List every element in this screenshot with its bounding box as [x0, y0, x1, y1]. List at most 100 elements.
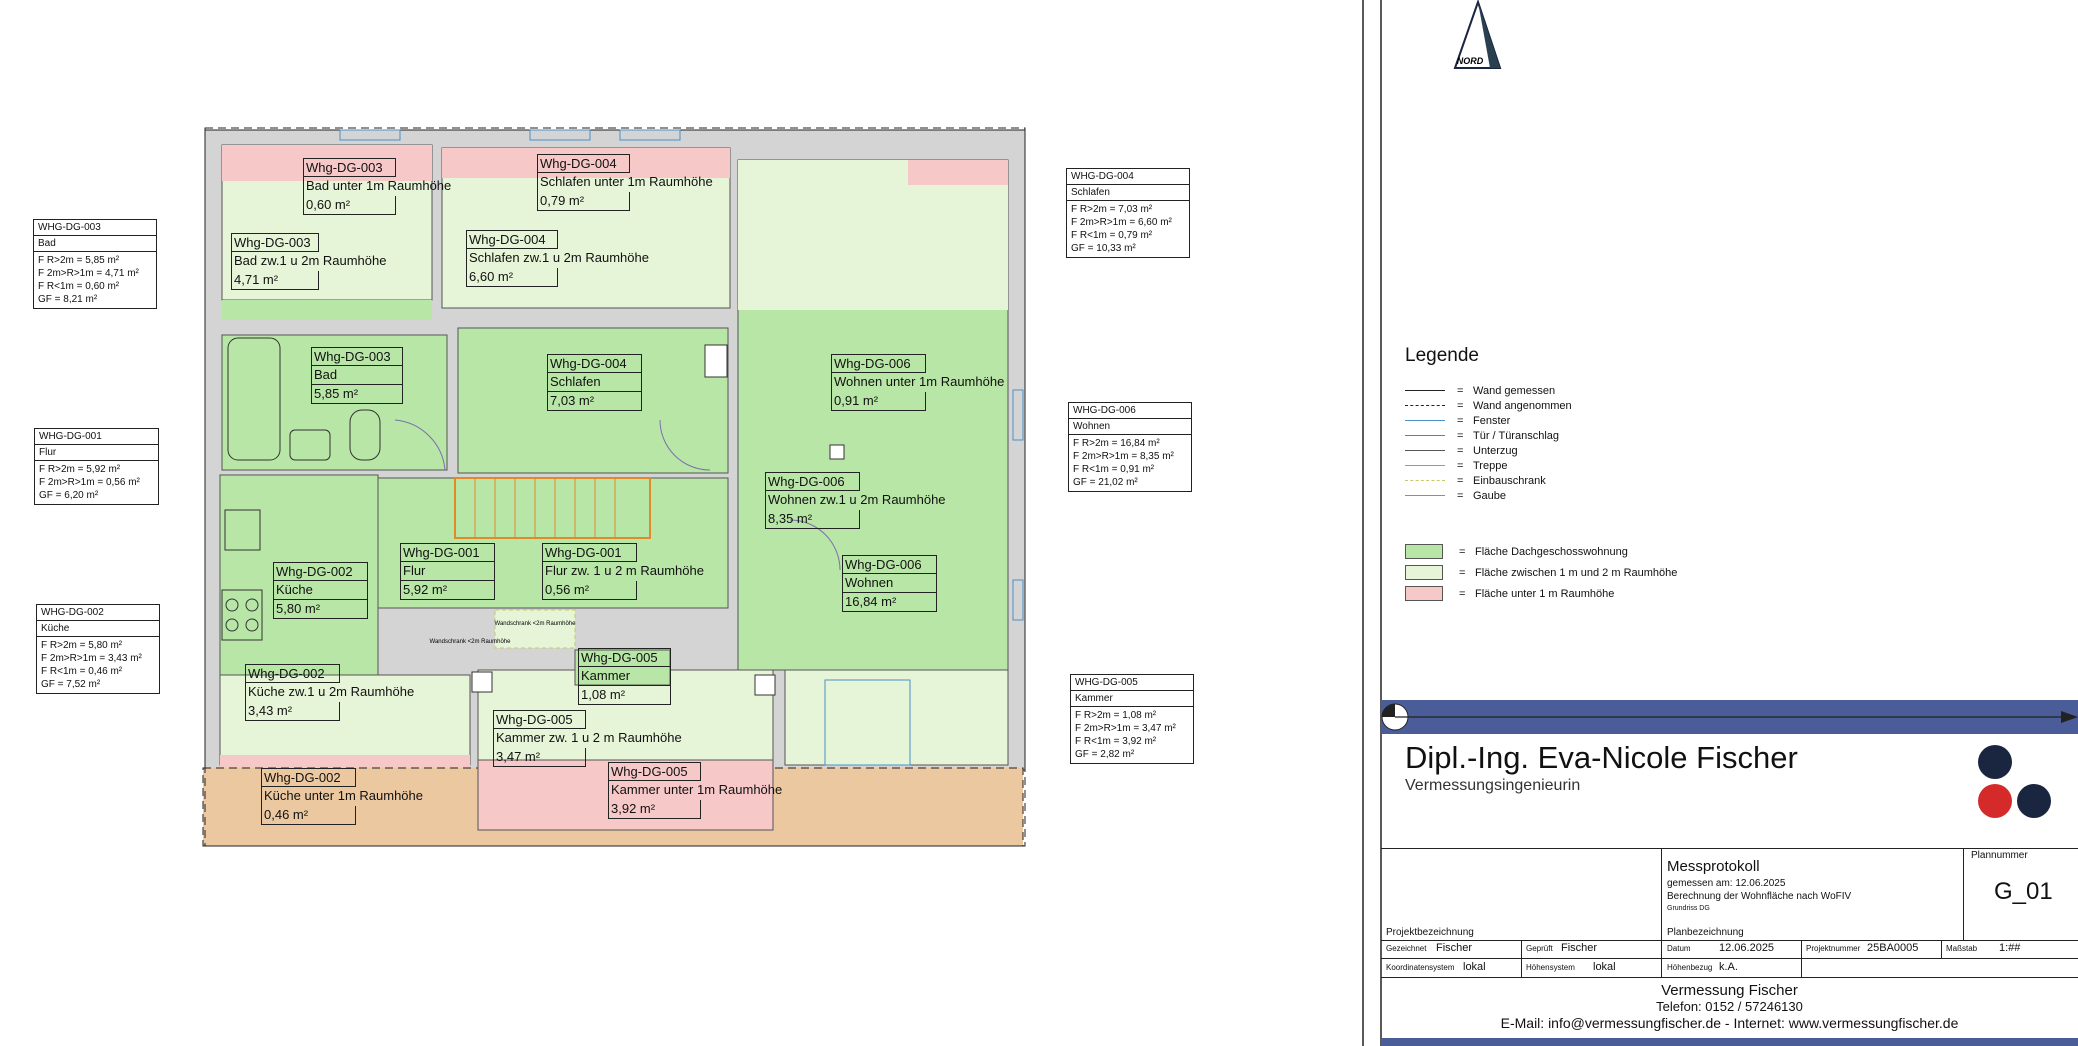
legend-label: Wand gemessen [1473, 384, 1556, 397]
legend-line-swatch [1405, 465, 1445, 466]
hoehenbezug-value: k.A. [1719, 961, 1738, 973]
legend-line-item: = Wand gemessen [1405, 383, 1677, 398]
room-label: Whg-DG-005 Kammer 1,08 m² [578, 648, 671, 705]
company-name: Vermessung Fischer [1661, 982, 1798, 999]
company-phone: Telefon: 0152 / 57246130 [1656, 999, 1803, 1014]
hoehensys-label: Höhensystem [1526, 963, 1575, 972]
document-title: Messprotokoll [1667, 858, 1760, 875]
legend-line-swatch [1405, 480, 1445, 481]
legend-line-item: = Einbauschrank [1405, 473, 1677, 488]
room-summary: WHG-DG-004 Schlafen F R>2m = 7,03 m² F 2m>… [1066, 168, 1190, 258]
legend-line-swatch [1405, 450, 1445, 451]
legend-line-swatch [1405, 495, 1445, 496]
legend-equals: = [1457, 384, 1464, 397]
hoehensys-value: lokal [1593, 961, 1616, 973]
geprueft-label: Geprüft [1526, 944, 1553, 953]
massstab-label: Maßstab [1946, 944, 1978, 953]
koord-value: lokal [1463, 961, 1486, 973]
room-label: Whg-DG-003 Bad zw.1 u 2m Raumhöhe 4,71 m² [231, 233, 386, 290]
room-label: Whg-DG-001 Flur 5,92 m² [400, 543, 495, 600]
legend-area-swatch [1405, 565, 1443, 580]
company-contact: E-Mail: info@vermessungfischer.de - Inte… [1500, 1015, 1959, 1031]
legend-area-item: = Fläche Dachgeschosswohnung [1405, 541, 1677, 562]
room-label: Whg-DG-002 Küche zw.1 u 2m Raumhöhe 3,43 m… [245, 664, 414, 721]
legend-equals: = [1459, 587, 1466, 600]
datum-value: 12.06.2025 [1719, 942, 1775, 954]
hoehenbezug-label: Höhenbezug [1667, 963, 1713, 972]
legend-equals: = [1459, 545, 1466, 558]
legend-label: Treppe [1473, 459, 1508, 472]
legend-line-item: = Gaube [1405, 488, 1677, 503]
wandschrank-note: Wandschrank <2m Raumhöhe [495, 621, 577, 627]
room-label: Whg-DG-003 Bad 5,85 m² [311, 347, 403, 404]
room-label: Whg-DG-003 Bad unter 1m Raumhöhe 0,60 m² [303, 158, 451, 215]
north-label: NORD [1457, 56, 1484, 66]
legend-line-item: = Unterzug [1405, 443, 1677, 458]
legend-label: Tür / Türanschlag [1473, 429, 1560, 442]
koord-label: Koordinatensystem [1386, 963, 1455, 972]
legend-label: Fläche Dachgeschosswohnung [1475, 545, 1628, 558]
room-summary: WHG-DG-002 Küche F R>2m = 5,80 m² F 2m>R>1… [36, 604, 160, 694]
band-arrow [1381, 703, 2078, 731]
legend-area-item: = Fläche unter 1 m Raumhöhe [1405, 583, 1677, 604]
room-label: Whg-DG-005 Kammer unter 1m Raumhöhe 3,92 m… [608, 762, 782, 819]
room-summary: WHG-DG-001 Flur F R>2m = 5,92 m² F 2m>R>1m… [34, 428, 159, 505]
legend-line-swatch [1405, 390, 1445, 391]
legend-equals: = [1457, 459, 1464, 472]
legend-equals: = [1457, 489, 1464, 502]
plan-detail: Grundriss DG [1667, 905, 1710, 912]
legend-equals: = [1457, 444, 1464, 457]
room-summary: WHG-DG-005 Kammer F R>2m = 1,08 m² F 2m>R>… [1070, 674, 1194, 764]
legend: Legende = Wand gemessen = Wand angenommen = F… [1405, 345, 1677, 604]
planbezeichnung-label: Planbezeichnung [1667, 927, 1744, 938]
projektnummer-label: Projektnummer [1806, 944, 1861, 953]
room-label: Whg-DG-001 Flur zw. 1 u 2 m Raumhöhe 0,56 … [542, 543, 704, 600]
room-label: Whg-DG-004 Schlafen unter 1m Raumhöhe 0,79… [537, 154, 713, 211]
legend-label: Gaube [1473, 489, 1507, 502]
legend-label: Fenster [1473, 414, 1511, 427]
room-label: Whg-DG-002 Küche 5,80 m² [273, 562, 368, 619]
legend-line-swatch [1405, 405, 1445, 406]
room-label: Whg-DG-004 Schlafen 7,03 m² [547, 354, 642, 411]
room-summary: WHG-DG-003 Bad F R>2m = 5,85 m² F 2m>R>1m … [33, 219, 157, 309]
legend-equals: = [1457, 429, 1464, 442]
gezeichnet-value: Fischer [1436, 942, 1473, 954]
room-label: Whg-DG-006 Wohnen zw.1 u 2m Raumhöhe 8,35 … [765, 472, 946, 529]
legend-equals: = [1459, 566, 1466, 579]
legend-label: Unterzug [1473, 444, 1518, 457]
legend-label: Fläche zwischen 1 m und 2 m Raumhöhe [1475, 566, 1678, 579]
legend-line-item: = Treppe [1405, 458, 1677, 473]
measured-date: gemessen am: 12.06.2025 [1667, 878, 1786, 889]
plannummer-label: Plannummer [1971, 850, 2028, 861]
legend-label: Wand angenommen [1473, 399, 1572, 412]
legend-equals: = [1457, 414, 1464, 427]
legend-area-swatch [1405, 586, 1443, 601]
legend-area-swatch [1405, 544, 1443, 559]
gezeichnet-label: Gezeichnet [1386, 944, 1427, 953]
plan-sheet: Wandschrank <2m Raumhöhe Wandschrank <2m… [0, 0, 2078, 1046]
projektbezeichnung-label: Projektbezeichnung [1386, 927, 1474, 938]
legend-area-item: = Fläche zwischen 1 m und 2 m Raumhöhe [1405, 562, 1677, 583]
legend-equals: = [1457, 474, 1464, 487]
room-label: Whg-DG-005 Kammer zw. 1 u 2 m Raumhöhe 3,4… [493, 710, 682, 767]
legend-line-swatch [1405, 420, 1445, 421]
plannummer: G_01 [1994, 878, 2053, 905]
surveyor-name: Dipl.-Ing. Eva-Nicole Fischer [1405, 740, 1798, 775]
legend-label: Einbauschrank [1473, 474, 1546, 487]
wandschrank-note: Wandschrank <2m Raumhöhe [430, 639, 512, 645]
legend-title: Legende [1405, 345, 1479, 366]
calc-basis: Berechnung der Wohnfläche nach WoFIV [1667, 891, 1852, 902]
legend-line-item: = Tür / Türanschlag [1405, 428, 1677, 443]
north-arrow: NORD [1453, 0, 1502, 69]
surveyor-profession: Vermessungsingenieurin [1405, 777, 1581, 794]
legend-line-item: = Wand angenommen [1405, 398, 1677, 413]
legend-equals: = [1457, 399, 1464, 412]
legend-line-swatch [1405, 435, 1445, 436]
company-logo [1978, 745, 2051, 818]
room-label: Whg-DG-006 Wohnen 16,84 m² [842, 555, 937, 612]
room-label: Whg-DG-006 Wohnen unter 1m Raumhöhe 0,91 m… [831, 354, 1004, 411]
room-label: Whg-DG-002 Küche unter 1m Raumhöhe 0,46 m² [261, 768, 423, 825]
datum-label: Datum [1667, 944, 1691, 953]
legend-line-item: = Fenster [1405, 413, 1677, 428]
title-block: Dipl.-Ing. Eva-Nicole Fischer Vermessung… [1381, 700, 2078, 1046]
